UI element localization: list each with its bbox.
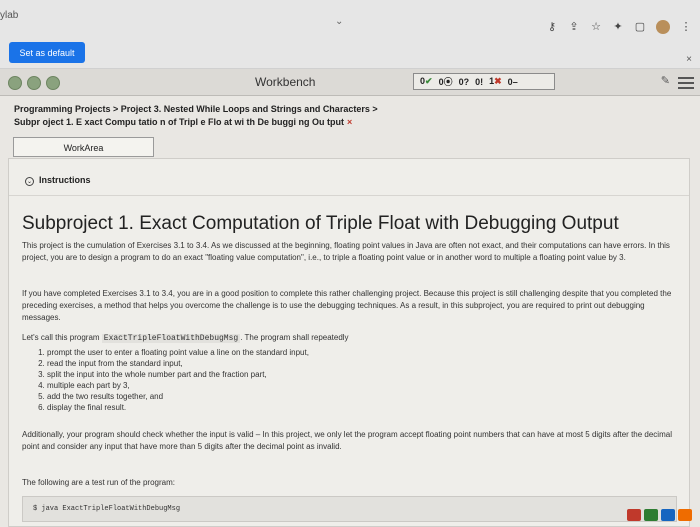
tab-workarea[interactable]: WorkArea xyxy=(13,137,154,157)
workbench-title: Workbench xyxy=(255,75,316,89)
status-item: 0? xyxy=(459,77,470,87)
window-close-button[interactable] xyxy=(8,76,22,90)
tab-fragment[interactable]: ylab xyxy=(0,10,18,21)
brand-logos xyxy=(572,509,692,521)
error-icon: ✖ xyxy=(494,76,502,86)
list-item: split the input into the whole number pa… xyxy=(47,369,309,380)
window-minimize-button[interactable] xyxy=(27,76,41,90)
close-icon[interactable]: × xyxy=(686,54,692,65)
breadcrumb[interactable]: Programming Projects > Project 3. Nested… xyxy=(14,104,378,114)
instructions-label: Instructions xyxy=(39,175,91,185)
set-default-button[interactable]: Set as default xyxy=(9,42,85,63)
avatar[interactable] xyxy=(656,20,670,34)
context-paragraph: If you have completed Exercises 3.1 to 3… xyxy=(22,289,672,322)
program-suffix: . The program shall repeatedly xyxy=(240,333,349,342)
breadcrumb-current-label: Subpr oject 1. E xact Compu tatio n of T… xyxy=(14,117,344,127)
status-summary[interactable]: 0✔ 0⦿ 0? 0! 1✖ 0– xyxy=(413,73,555,90)
status-item: 1✖ xyxy=(489,76,502,87)
status-count: 0⦿ xyxy=(438,77,453,87)
instructions-header[interactable]: ⌄ Instructions xyxy=(9,159,689,196)
page-title: Subproject 1. Exact Computation of Tripl… xyxy=(22,213,619,234)
validation-paragraph: Additionally, your program should check … xyxy=(22,430,672,451)
more-icon[interactable]: ⋮ xyxy=(680,20,692,34)
star-icon[interactable]: ☆ xyxy=(590,20,602,34)
chevron-down-icon[interactable]: ⌄ xyxy=(335,16,343,27)
status-item: 0! xyxy=(475,77,483,87)
logo-icon xyxy=(644,509,658,521)
logo-icon xyxy=(661,509,675,521)
list-item: display the final result. xyxy=(47,402,309,413)
close-breadcrumb-icon[interactable]: × xyxy=(347,117,352,127)
status-item: 0– xyxy=(508,77,518,87)
logo-icon xyxy=(627,509,641,521)
list-item: add the two results together, and xyxy=(47,391,309,402)
key-icon[interactable]: ⚷ xyxy=(546,20,558,34)
breadcrumb-current: Subpr oject 1. E xact Compu tatio n of T… xyxy=(14,117,352,127)
sidebar-icon[interactable]: ▢ xyxy=(634,20,646,34)
list-item: read the input from the standard input, xyxy=(47,358,309,369)
chevron-down-icon[interactable]: ⌄ xyxy=(25,177,34,186)
test-run-paragraph: The following are a test run of the prog… xyxy=(22,478,175,487)
list-item: multiple each part by 3, xyxy=(47,380,309,391)
status-count: 0! xyxy=(475,76,484,87)
default-browser-bar: Set as default × xyxy=(0,38,700,69)
steps-list: prompt the user to enter a floating poin… xyxy=(35,347,309,413)
main-content: Programming Projects > Project 3. Nested… xyxy=(0,96,700,527)
window-zoom-button[interactable] xyxy=(46,76,60,90)
intro-paragraph: This project is the cumulation of Exerci… xyxy=(22,241,670,262)
status-item: 0✔ xyxy=(420,76,433,87)
workbench-titlebar: Workbench 0✔ 0⦿ 0? 0! 1✖ 0– ✎ xyxy=(0,69,700,96)
hamburger-menu-icon[interactable] xyxy=(678,77,694,92)
status-count: 0? xyxy=(458,76,470,87)
window-controls xyxy=(8,76,60,90)
toolbar-icons: ⚷ ⇪ ☆ ✦ ▢ ⋮ xyxy=(546,20,692,34)
share-icon[interactable]: ⇪ xyxy=(568,20,580,34)
edit-icon[interactable]: ✎ xyxy=(661,74,670,87)
extensions-icon[interactable]: ✦ xyxy=(612,20,624,34)
logo-icon xyxy=(678,509,692,521)
instructions-panel: ⌄ Instructions Subproject 1. Exact Compu… xyxy=(8,158,690,527)
program-prefix: Let's call this program xyxy=(22,333,102,342)
status-item: 0⦿ xyxy=(439,75,453,88)
browser-toolbar: ylab ⌄ ⚷ ⇪ ☆ ✦ ▢ ⋮ xyxy=(0,0,700,38)
program-name-code: ExactTripleFloatWithDebugMsg xyxy=(101,334,241,343)
program-name-paragraph: Let's call this program ExactTripleFloat… xyxy=(22,332,682,345)
list-item: prompt the user to enter a floating poin… xyxy=(47,347,309,358)
dash-icon: – xyxy=(512,76,518,87)
check-icon: ✔ xyxy=(425,76,433,86)
